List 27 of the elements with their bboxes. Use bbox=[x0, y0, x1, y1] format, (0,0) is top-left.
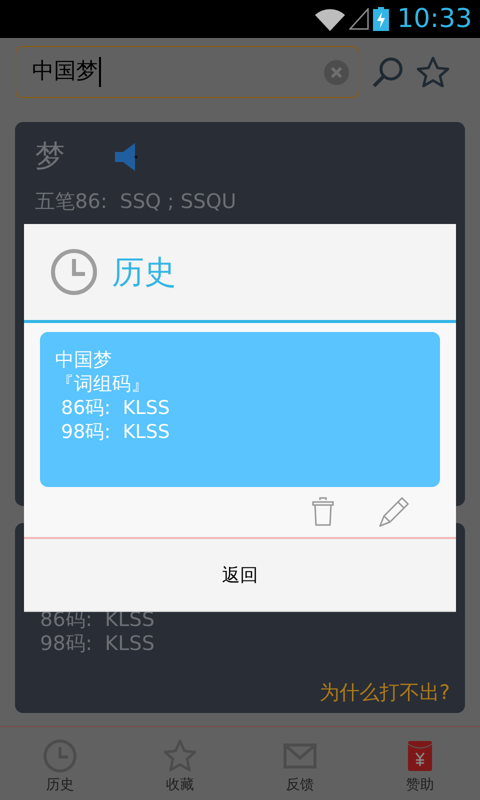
code-line: 98码: KLSS bbox=[40, 631, 156, 655]
trash-icon[interactable] bbox=[312, 497, 334, 527]
nav-tab[interactable]: 赞助 bbox=[360, 739, 480, 800]
signal-icon bbox=[349, 8, 370, 30]
star-icon[interactable] bbox=[416, 56, 450, 88]
entry-line: 98码: KLSS bbox=[60, 420, 171, 444]
code-line: 五笔86: SSQ ; SSQU bbox=[35, 189, 238, 213]
help-link[interactable]: 为什么打不出? bbox=[319, 677, 450, 707]
entry-line: 中国梦 bbox=[55, 348, 113, 372]
status-time: 10:33 bbox=[397, 2, 472, 36]
wifi-icon bbox=[315, 7, 346, 31]
dialog-title: 历史 bbox=[112, 252, 176, 293]
money-envelope-icon bbox=[408, 741, 432, 771]
nav-tab[interactable]: 历史 bbox=[0, 739, 120, 800]
character-title: 梦 bbox=[35, 138, 65, 176]
search-field[interactable]: 中国梦 bbox=[15, 46, 360, 98]
search-icon[interactable] bbox=[372, 56, 404, 88]
nav-tab[interactable]: 反馈 bbox=[240, 739, 360, 800]
entry-line: 86码: KLSS bbox=[60, 396, 171, 420]
nav-tab[interactable]: 收藏 bbox=[120, 739, 240, 800]
pencil-icon[interactable] bbox=[378, 496, 410, 528]
speaker-icon[interactable] bbox=[113, 142, 139, 172]
clear-icon[interactable] bbox=[324, 60, 349, 84]
history-entry[interactable]: 中国梦 『词组码』 86码: KLSS 98码: KLSS bbox=[40, 332, 440, 487]
battery-icon bbox=[373, 7, 390, 31]
entry-line: 『词组码』 bbox=[55, 372, 151, 396]
clock-icon bbox=[50, 248, 98, 296]
